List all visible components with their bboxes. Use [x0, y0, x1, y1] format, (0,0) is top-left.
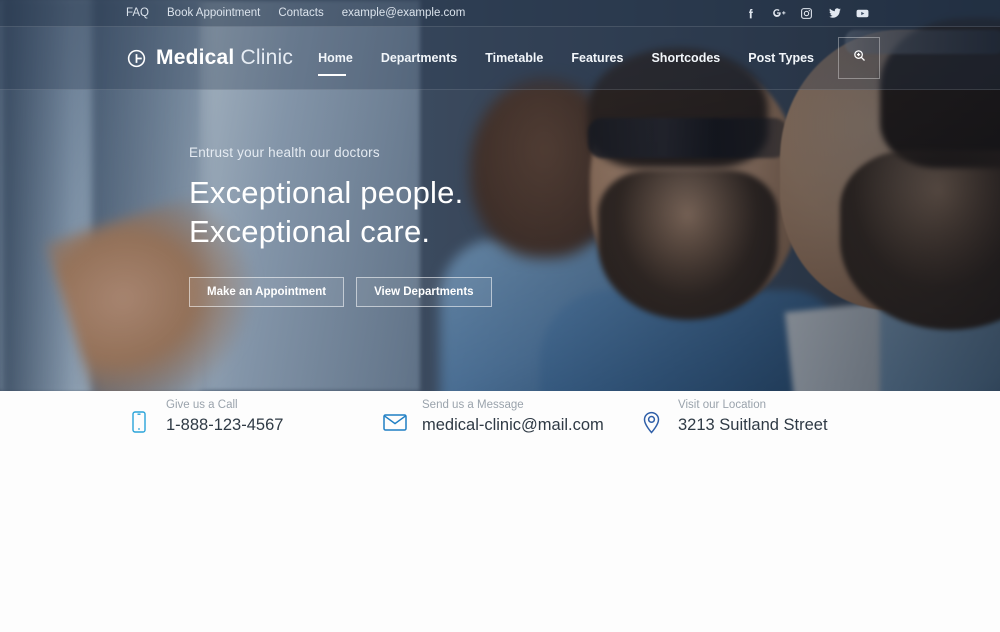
nav-item-features[interactable]: Features: [557, 27, 637, 90]
contact-email-value[interactable]: medical-clinic@mail.com: [422, 416, 604, 435]
top-link-book-appointment[interactable]: Book Appointment: [167, 7, 260, 19]
search-button[interactable]: [838, 37, 880, 79]
nav-item-home[interactable]: Home: [304, 27, 367, 90]
hero-kicker: Entrust your health our doctors: [189, 145, 380, 160]
site-logo[interactable]: Medical Clinic: [126, 46, 293, 70]
search-icon: [852, 48, 867, 68]
make-appointment-button[interactable]: Make an Appointment: [189, 277, 345, 308]
youtube-icon[interactable]: [855, 6, 870, 21]
google-plus-icon[interactable]: [771, 6, 786, 21]
contact-phone-label: Give us a Call: [166, 399, 238, 411]
top-link-contacts[interactable]: Contacts: [278, 7, 323, 19]
contact-location-value: 3213 Suitland Street: [678, 416, 828, 434]
top-bar: FAQ Book Appointment Contacts example@ex…: [0, 0, 1000, 27]
nav-item-post-types[interactable]: Post Types: [734, 27, 828, 90]
nav-item-departments[interactable]: Departments: [367, 27, 471, 90]
logo-text-bold: Medical: [156, 46, 235, 69]
contact-location-block: Visit our Location 3213 Suitland Street: [678, 399, 828, 435]
map-pin-icon: [638, 405, 664, 439]
contact-phone-value[interactable]: 1-888-123-4567: [166, 416, 283, 435]
envelope-icon: [382, 405, 408, 439]
contact-location-label: Visit our Location: [678, 399, 767, 411]
hero-buttons: Make an Appointment View Departments: [189, 277, 492, 308]
top-bar-email[interactable]: example@example.com: [342, 7, 466, 19]
twitter-icon[interactable]: [827, 6, 842, 21]
hero-title-line-1: Exceptional people.: [189, 175, 464, 210]
site-header: Medical Clinic Home Departments Timetabl…: [0, 27, 1000, 90]
contact-email-block: Send us a Message medical-clinic@mail.co…: [422, 399, 604, 435]
contact-item-phone: Give us a Call 1-888-123-4567: [126, 399, 382, 455]
facebook-icon[interactable]: [743, 6, 758, 21]
main-navigation: Home Departments Timetable Features Shor…: [304, 27, 1000, 90]
social-links: [743, 6, 870, 21]
hero-content: Entrust your health our doctors Exceptio…: [189, 145, 492, 308]
contact-phone-block: Give us a Call 1-888-123-4567: [166, 399, 283, 435]
top-link-faq[interactable]: FAQ: [126, 7, 149, 19]
hero-title-line-2: Exceptional care.: [189, 214, 431, 250]
contact-email-label: Send us a Message: [422, 399, 524, 411]
contact-item-email: Send us a Message medical-clinic@mail.co…: [382, 399, 638, 455]
logo-text: Medical Clinic: [156, 46, 293, 70]
instagram-icon[interactable]: [799, 6, 814, 21]
view-departments-button[interactable]: View Departments: [356, 277, 492, 308]
hero-title: Exceptional people. Exceptional care.: [189, 173, 492, 251]
contact-item-location: Visit our Location 3213 Suitland Street: [638, 399, 874, 455]
medical-cross-circle-icon: [126, 48, 147, 69]
nav-item-shortcodes[interactable]: Shortcodes: [637, 27, 734, 90]
mobile-phone-icon: [126, 405, 152, 439]
top-bar-links: FAQ Book Appointment Contacts example@ex…: [126, 7, 465, 19]
contact-items: Give us a Call 1-888-123-4567 Send us a …: [126, 399, 874, 455]
logo-text-light: Clinic: [240, 46, 294, 69]
contact-bar: Give us a Call 1-888-123-4567 Send us a …: [0, 391, 1000, 632]
page-root: Entrust your health our doctors Exceptio…: [0, 0, 1000, 632]
nav-item-timetable[interactable]: Timetable: [471, 27, 557, 90]
